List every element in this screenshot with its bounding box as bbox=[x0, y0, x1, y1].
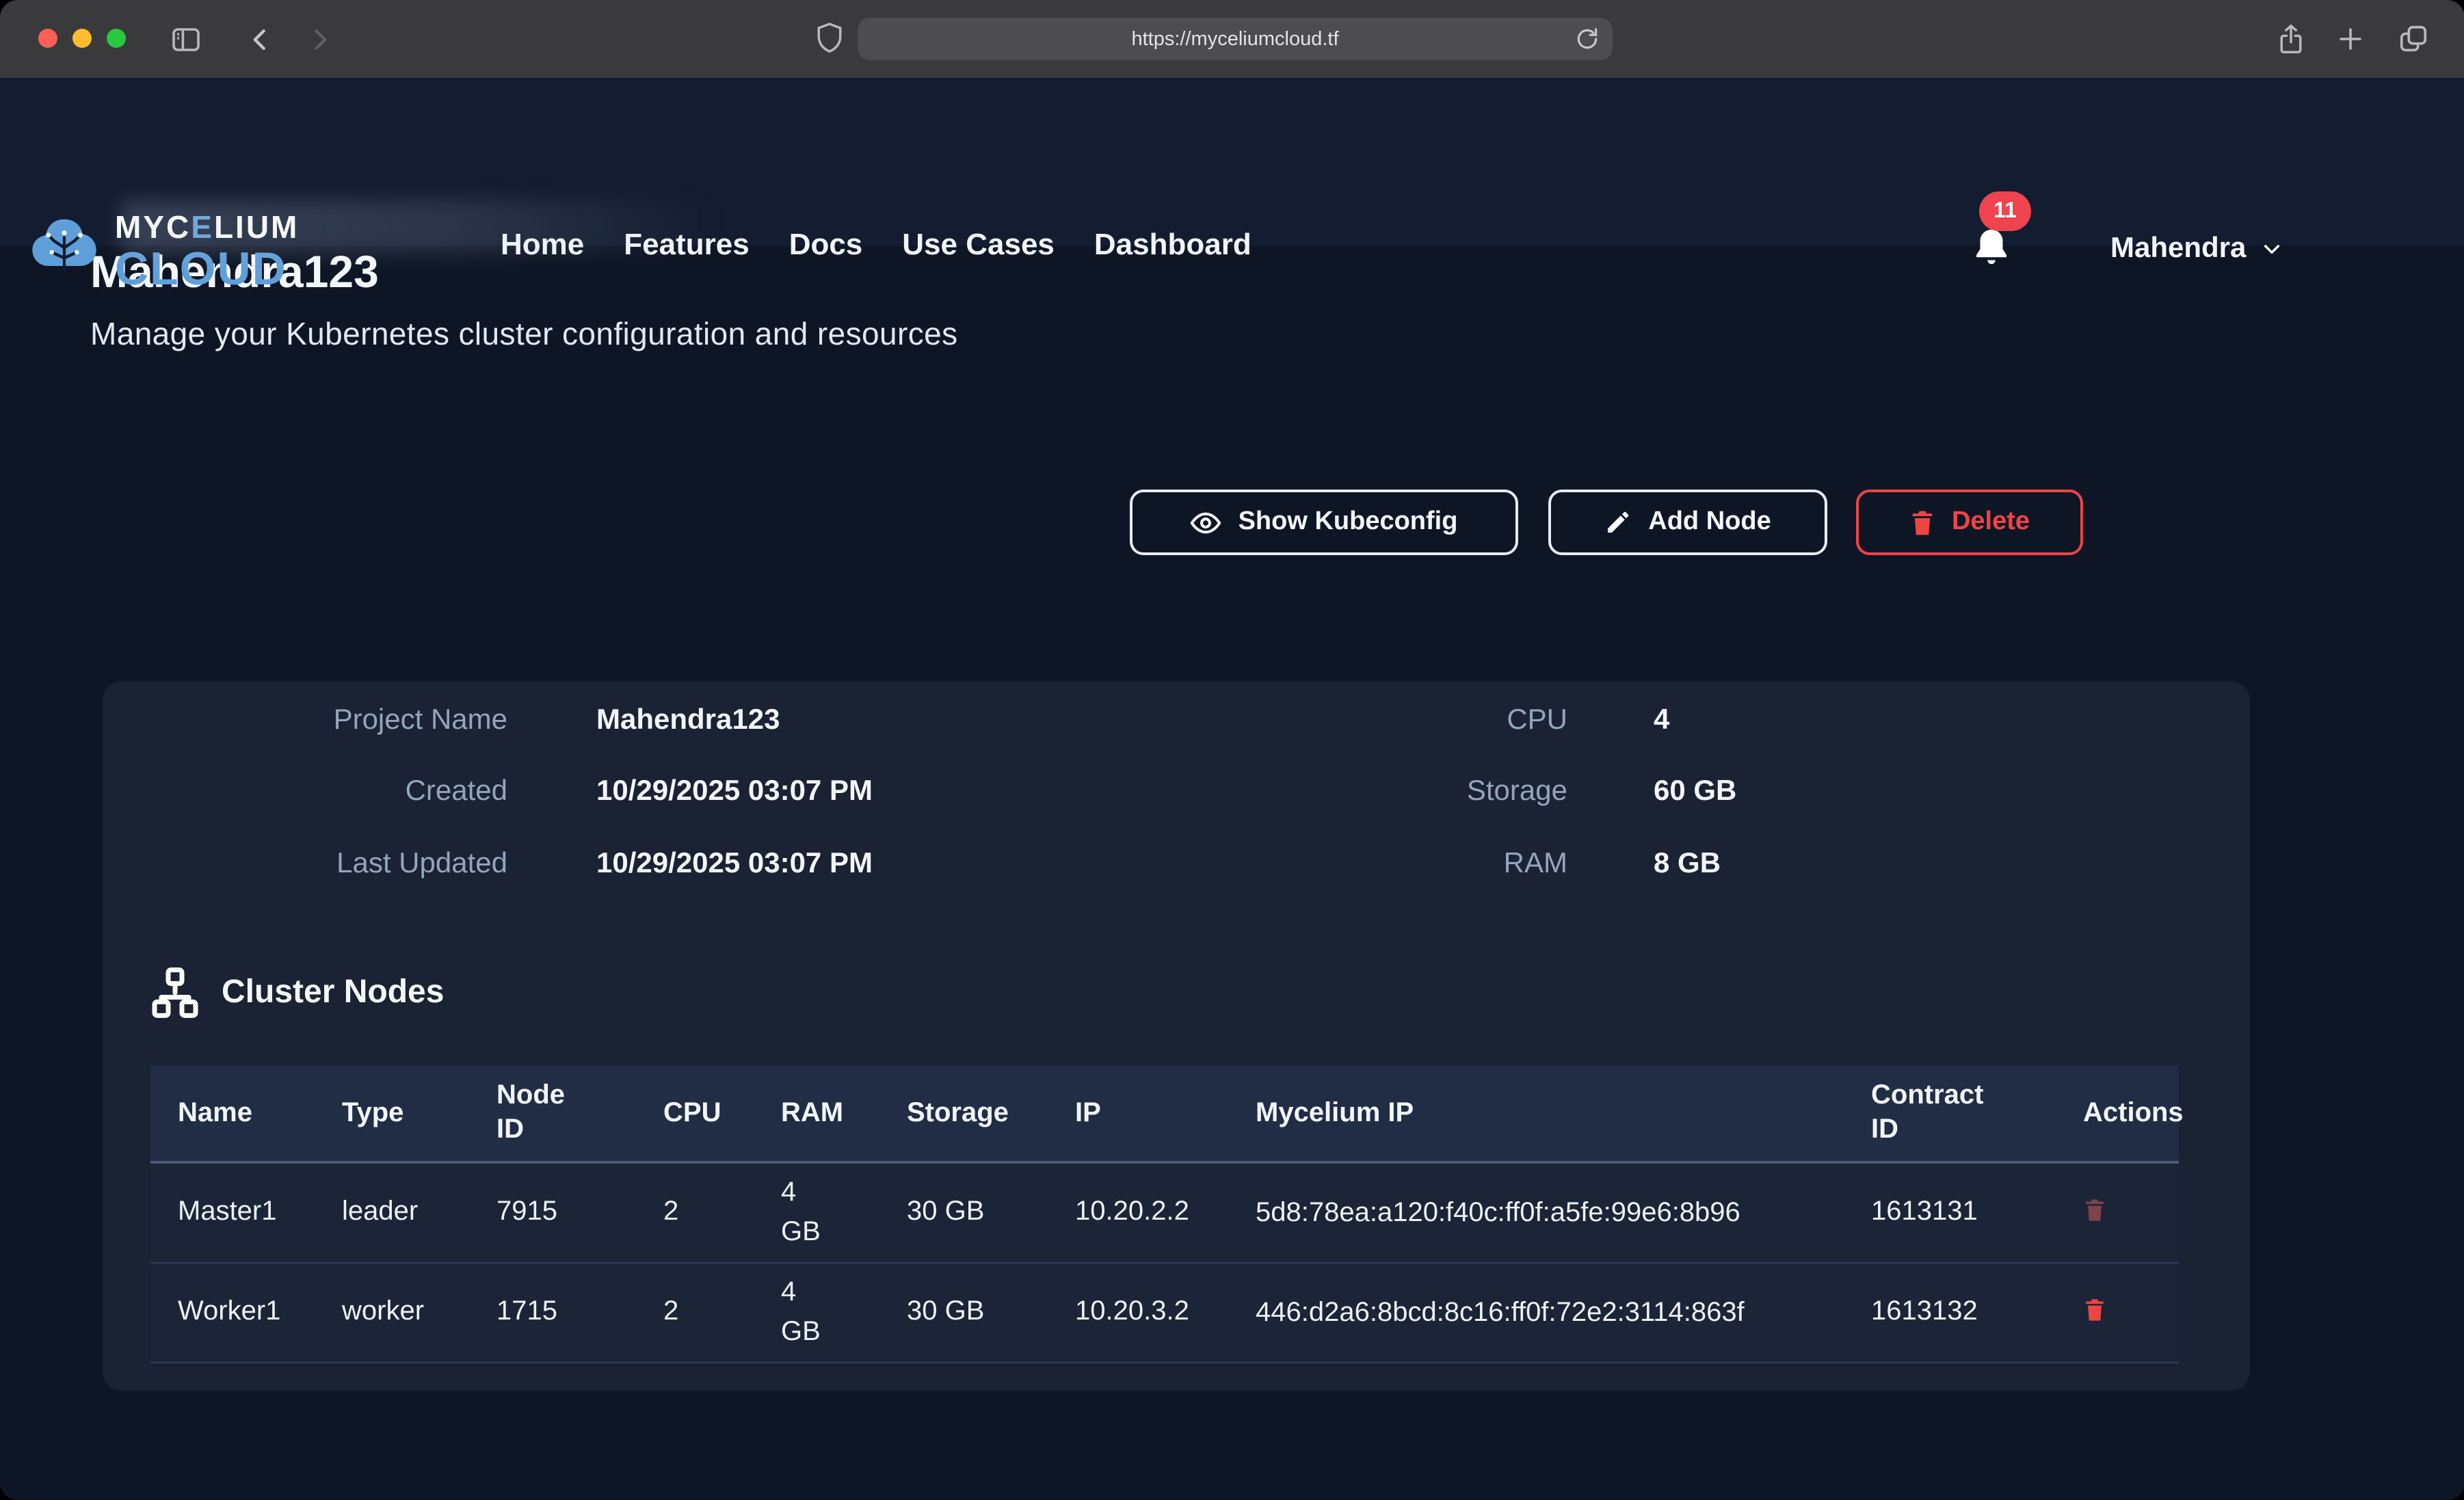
brand-wordmark[interactable]: MYCELIUM CLOUD bbox=[115, 212, 299, 293]
col-name: Name bbox=[150, 1065, 315, 1162]
trash-icon bbox=[2083, 1296, 2106, 1324]
cell-mycelium-ip: 446:d2a6:8bcd:8c16:ff0f:72e2:3114:863f bbox=[1228, 1262, 1844, 1362]
col-ram: RAM bbox=[754, 1065, 879, 1162]
table-row-worker1: Worker1 worker 1715 2 4 GB 30 GB 10.20.3… bbox=[150, 1262, 2179, 1362]
delete-label: Delete bbox=[1952, 507, 2030, 537]
nav-link-home[interactable]: Home bbox=[501, 226, 584, 262]
cell-contract-id: 1613131 bbox=[1844, 1162, 2056, 1262]
mycelium-logo-icon[interactable] bbox=[30, 216, 98, 289]
brand-e: E bbox=[191, 209, 214, 245]
forward-icon[interactable] bbox=[304, 25, 334, 55]
cell-ip: 10.20.3.2 bbox=[1048, 1262, 1228, 1362]
cell-cpu: 2 bbox=[636, 1262, 754, 1362]
chevron-down-icon bbox=[2261, 238, 2283, 260]
col-actions: Actions bbox=[2056, 1065, 2179, 1162]
screen: https://myceliumcloud.tf bbox=[0, 0, 2464, 1500]
username: Mahendra bbox=[2110, 232, 2246, 265]
col-cpu: CPU bbox=[636, 1065, 754, 1162]
brand-cloud: CLOUD bbox=[115, 246, 299, 293]
notification-count-badge: 11 bbox=[1979, 191, 2031, 231]
trash-icon bbox=[2083, 1197, 2106, 1224]
address-bar[interactable]: https://myceliumcloud.tf bbox=[858, 18, 1613, 60]
project-name-label: Project Name bbox=[137, 704, 507, 737]
storage-label: Storage bbox=[1231, 775, 1567, 808]
pencil-icon bbox=[1604, 509, 1632, 536]
nav-links: Home Features Docs Use Cases Dashboard bbox=[501, 156, 1251, 324]
browser-window: https://myceliumcloud.tf bbox=[0, 0, 2464, 1500]
nav-link-dashboard[interactable]: Dashboard bbox=[1094, 226, 1251, 262]
cell-storage: 30 GB bbox=[879, 1162, 1048, 1262]
delete-node-button[interactable] bbox=[2083, 1296, 2106, 1328]
nav-link-docs[interactable]: Docs bbox=[789, 226, 863, 262]
table-row-master1: Master1 leader 7915 2 4 GB 30 GB 10.20.2… bbox=[150, 1162, 2179, 1262]
cell-ram: 4 GB bbox=[754, 1162, 879, 1262]
sidebar-toggle-icon[interactable] bbox=[170, 23, 202, 56]
cell-name: Worker1 bbox=[150, 1262, 315, 1362]
cell-node-id: 1715 bbox=[469, 1262, 636, 1362]
brand-myc: MYC bbox=[115, 209, 191, 245]
show-kubeconfig-button[interactable]: Show Kubeconfig bbox=[1130, 490, 1518, 555]
col-storage: Storage bbox=[879, 1065, 1048, 1162]
cell-node-id: 7915 bbox=[469, 1162, 636, 1262]
show-kubeconfig-label: Show Kubeconfig bbox=[1238, 507, 1458, 537]
tab-overview-icon[interactable] bbox=[2398, 23, 2429, 55]
cell-actions bbox=[2056, 1262, 2179, 1362]
last-updated-label: Last Updated bbox=[137, 848, 507, 881]
table-header-row: Name Type Node ID CPU RAM Storage IP Myc… bbox=[150, 1065, 2179, 1162]
cell-actions bbox=[2056, 1162, 2179, 1262]
cell-mycelium-ip: 5d8:78ea:a120:f40c:ff0f:a5fe:99e6:8b96 bbox=[1228, 1162, 1844, 1262]
back-icon[interactable] bbox=[246, 25, 276, 55]
created-label: Created bbox=[137, 775, 507, 808]
zoom-window-button[interactable] bbox=[107, 29, 126, 48]
cell-name: Master1 bbox=[150, 1162, 315, 1262]
reload-icon[interactable] bbox=[1574, 26, 1600, 59]
top-navbar: MYCELIUM CLOUD Home Features Docs Use Ca… bbox=[0, 78, 2464, 246]
cell-ip: 10.20.2.2 bbox=[1048, 1162, 1228, 1262]
col-node-id: Node ID bbox=[469, 1065, 636, 1162]
col-type: Type bbox=[315, 1065, 469, 1162]
minimize-window-button[interactable] bbox=[72, 29, 92, 48]
created-value: 10/29/2025 03:07 PM bbox=[596, 775, 873, 808]
notifications-bell-icon[interactable] bbox=[1970, 226, 2013, 279]
storage-value: 60 GB bbox=[1654, 775, 1736, 808]
ram-value: 8 GB bbox=[1654, 848, 1721, 881]
nav-link-features[interactable]: Features bbox=[624, 226, 749, 262]
eye-icon bbox=[1191, 507, 1222, 538]
close-window-button[interactable] bbox=[38, 29, 57, 48]
cluster-nodes-table: Name Type Node ID CPU RAM Storage IP Myc… bbox=[150, 1065, 2179, 1363]
col-contract-id: Contract ID bbox=[1844, 1065, 2056, 1162]
col-mycelium-ip: Mycelium IP bbox=[1228, 1065, 1844, 1162]
last-updated-value: 10/29/2025 03:07 PM bbox=[596, 848, 873, 881]
add-node-label: Add Node bbox=[1648, 507, 1771, 537]
user-menu[interactable]: Mahendra bbox=[2110, 232, 2283, 265]
cluster-nodes-heading: Cluster Nodes bbox=[222, 974, 444, 1012]
browser-chrome: https://myceliumcloud.tf bbox=[0, 0, 2464, 79]
add-node-button[interactable]: Add Node bbox=[1548, 490, 1827, 555]
privacy-shield-icon[interactable] bbox=[815, 21, 844, 56]
delete-cluster-button[interactable]: Delete bbox=[1856, 490, 2083, 555]
trash-icon bbox=[1909, 508, 1935, 537]
new-tab-icon[interactable] bbox=[2336, 25, 2365, 53]
ram-label: RAM bbox=[1231, 848, 1567, 881]
brand-lium: LIUM bbox=[214, 209, 299, 245]
project-name-value: Mahendra123 bbox=[596, 704, 780, 737]
cell-storage: 30 GB bbox=[879, 1262, 1048, 1362]
share-icon[interactable] bbox=[2276, 22, 2306, 56]
cpu-label: CPU bbox=[1231, 704, 1567, 737]
cell-type: leader bbox=[315, 1162, 469, 1262]
cell-ram: 4 GB bbox=[754, 1262, 879, 1362]
delete-node-button[interactable] bbox=[2083, 1197, 2106, 1229]
nav-link-use-cases[interactable]: Use Cases bbox=[902, 226, 1055, 262]
cell-contract-id: 1613132 bbox=[1844, 1262, 2056, 1362]
network-icon bbox=[148, 965, 202, 1027]
col-ip: IP bbox=[1048, 1065, 1228, 1162]
cpu-value: 4 bbox=[1654, 704, 1669, 737]
url-text: https://myceliumcloud.tf bbox=[1132, 28, 1339, 50]
cell-cpu: 2 bbox=[636, 1162, 754, 1262]
cell-type: worker bbox=[315, 1262, 469, 1362]
